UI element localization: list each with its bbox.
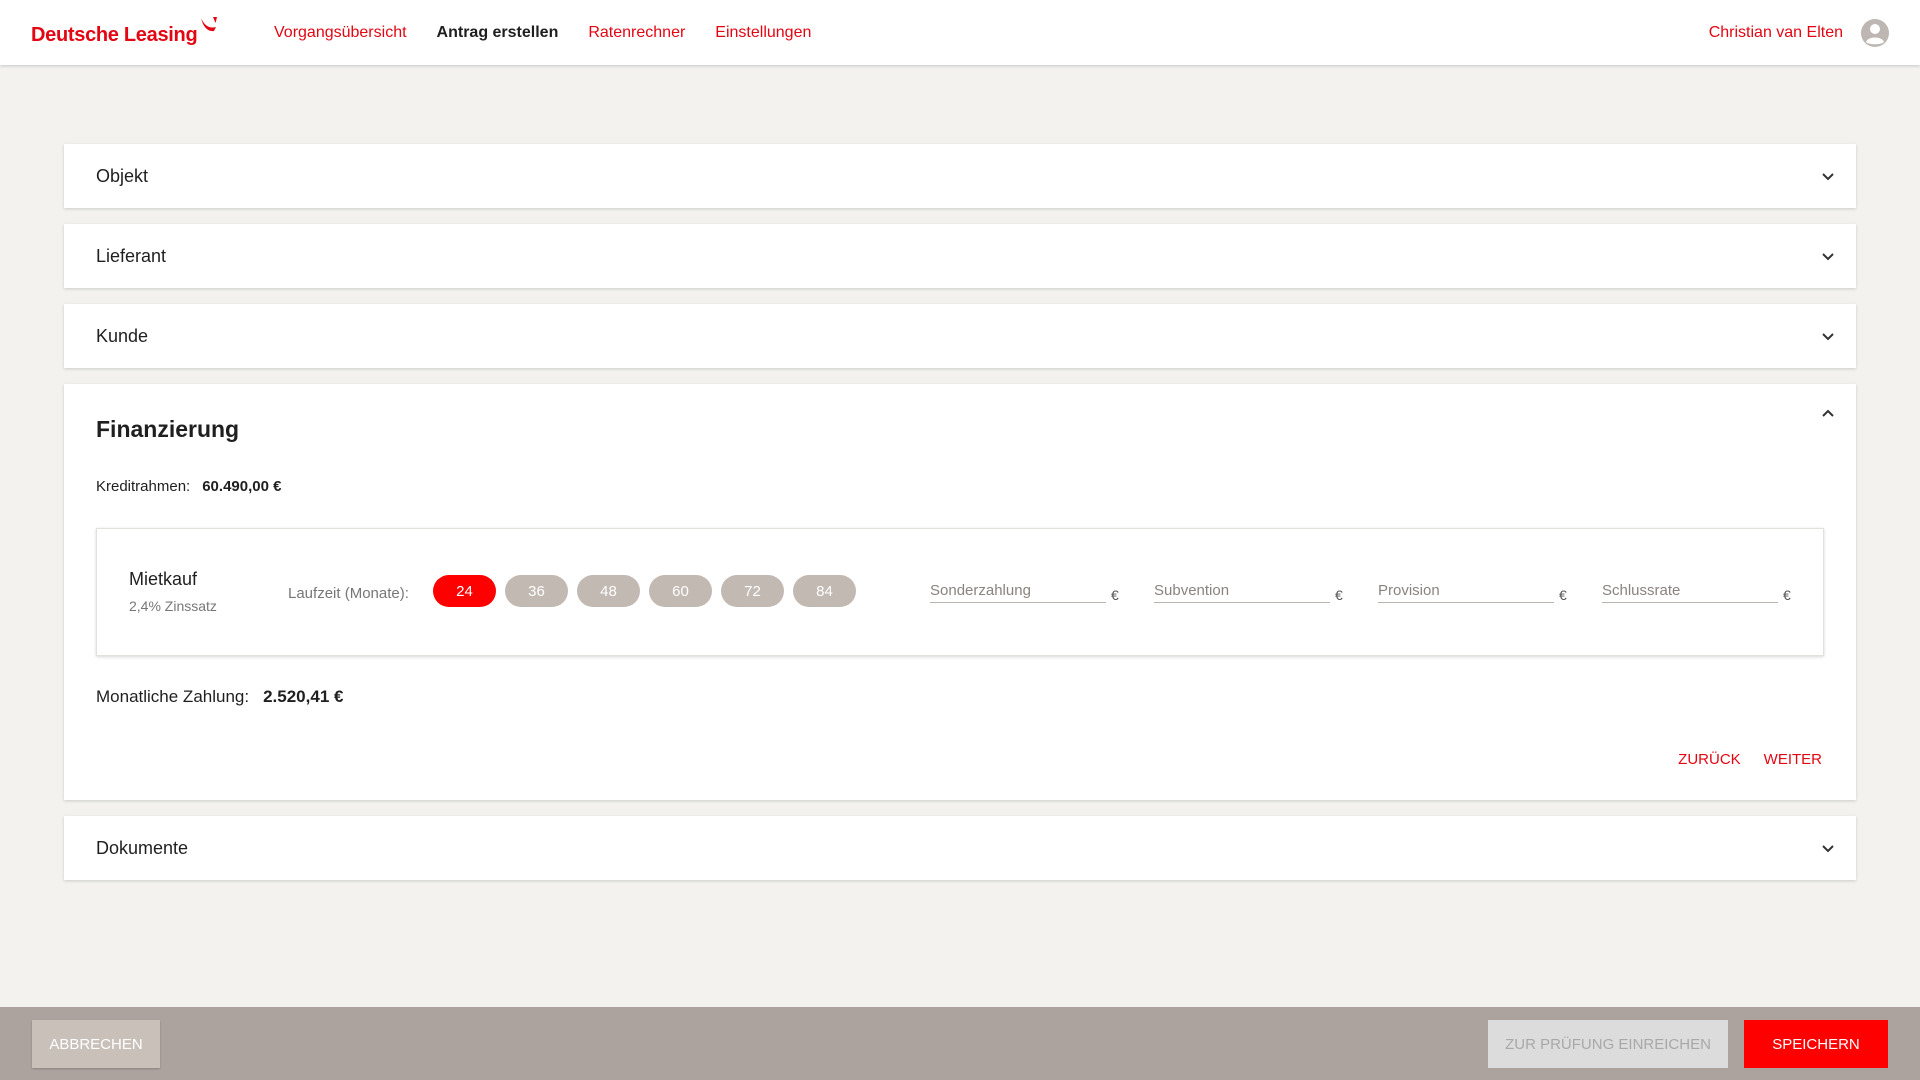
section-title: Dokumente bbox=[96, 837, 189, 858]
kreditrahmen-value: 60.490,00 € bbox=[202, 478, 282, 495]
section-title: Kunde bbox=[96, 325, 149, 346]
nav-item-einstellungen[interactable]: Einstellungen bbox=[715, 24, 811, 42]
kreditrahmen-label: Kreditrahmen: bbox=[96, 478, 191, 495]
section-lieferant[interactable]: Lieferant bbox=[64, 224, 1856, 288]
financing-product-card: Mietkauf 2,4% Zinssatz Laufzeit (Monate)… bbox=[96, 528, 1824, 656]
chevron-down-icon[interactable] bbox=[1820, 168, 1836, 184]
sonderzahlung-input[interactable] bbox=[930, 579, 1106, 603]
chevron-up-icon[interactable] bbox=[1820, 406, 1836, 422]
sonderzahlung-field: € bbox=[930, 579, 1120, 607]
kreditrahmen: Kreditrahmen: 60.490,00 € bbox=[96, 478, 281, 495]
nav-item-vorgangsuebersicht[interactable]: Vorgangsübersicht bbox=[274, 24, 407, 42]
laufzeit-chip-48[interactable]: 48 bbox=[577, 575, 640, 607]
section-actions: Zurück Weiter bbox=[1655, 751, 1822, 768]
brand-logo[interactable]: Deutsche Leasing bbox=[31, 17, 219, 46]
nav-item-antrag-erstellen[interactable]: Antrag erstellen bbox=[437, 24, 559, 42]
back-button[interactable]: Zurück bbox=[1678, 751, 1741, 768]
user-name[interactable]: Christian van Elten bbox=[1709, 24, 1843, 42]
section-finanzierung: Finanzierung Kreditrahmen: 60.490,00 € M… bbox=[64, 384, 1856, 800]
product-name: Mietkauf bbox=[129, 569, 198, 589]
product-interest-rate: 2,4% Zinssatz bbox=[129, 598, 217, 614]
submit-for-review-button[interactable]: Zur Prüfung einreichen bbox=[1488, 1020, 1728, 1068]
subvention-field: € bbox=[1154, 579, 1344, 607]
next-button[interactable]: Weiter bbox=[1764, 751, 1822, 768]
chevron-down-icon[interactable] bbox=[1820, 248, 1836, 264]
laufzeit-chip-36[interactable]: 36 bbox=[505, 575, 568, 607]
schlussrate-input[interactable] bbox=[1602, 579, 1778, 603]
schlussrate-field: € bbox=[1602, 579, 1792, 607]
bottom-action-bar: Abbrechen Zur Prüfung einreichen Speiche… bbox=[0, 1007, 1920, 1080]
provision-input[interactable] bbox=[1378, 579, 1554, 603]
chevron-down-icon[interactable] bbox=[1820, 840, 1836, 856]
top-navigation-bar: Deutsche Leasing Vorgangsübersicht Antra… bbox=[0, 0, 1920, 65]
section-objekt[interactable]: Objekt bbox=[64, 144, 1856, 208]
laufzeit-label: Laufzeit (Monate): bbox=[288, 585, 409, 602]
save-button[interactable]: Speichern bbox=[1744, 1020, 1888, 1068]
nav-item-ratenrechner[interactable]: Ratenrechner bbox=[588, 24, 685, 42]
currency-unit: € bbox=[1111, 587, 1119, 603]
currency-unit: € bbox=[1559, 587, 1567, 603]
laufzeit-chip-84[interactable]: 84 bbox=[793, 575, 856, 607]
currency-unit: € bbox=[1335, 587, 1343, 603]
main-nav: Vorgangsübersicht Antrag erstellen Raten… bbox=[274, 0, 841, 65]
laufzeit-chip-72[interactable]: 72 bbox=[721, 575, 784, 607]
currency-unit: € bbox=[1783, 587, 1791, 603]
section-title: Objekt bbox=[96, 165, 149, 186]
cancel-button[interactable]: Abbrechen bbox=[32, 1020, 160, 1068]
section-title: Lieferant bbox=[96, 245, 167, 266]
section-dokumente[interactable]: Dokumente bbox=[64, 816, 1856, 880]
monthly-payment-label: Monatliche Zahlung: bbox=[96, 687, 250, 706]
user-avatar-icon[interactable] bbox=[1860, 18, 1890, 48]
application-form: Objekt Lieferant Kunde Finanzierung Kred… bbox=[64, 144, 1856, 896]
section-kunde[interactable]: Kunde bbox=[64, 304, 1856, 368]
laufzeit-chip-60[interactable]: 60 bbox=[649, 575, 712, 607]
section-title: Finanzierung bbox=[96, 416, 240, 442]
user-menu[interactable]: Christian van Elten bbox=[1709, 0, 1890, 65]
provision-field: € bbox=[1378, 579, 1568, 607]
brand-name: Deutsche Leasing bbox=[31, 24, 198, 46]
subvention-input[interactable] bbox=[1154, 579, 1330, 603]
chevron-down-icon[interactable] bbox=[1820, 328, 1836, 344]
monthly-payment-value: 2.520,41 € bbox=[263, 687, 344, 706]
laufzeit-options: 24 36 48 60 72 84 bbox=[433, 575, 865, 607]
monthly-payment: Monatliche Zahlung: 2.520,41 € bbox=[96, 687, 343, 707]
laufzeit-chip-24[interactable]: 24 bbox=[433, 575, 496, 607]
sparkasse-swoosh-icon bbox=[201, 17, 218, 32]
